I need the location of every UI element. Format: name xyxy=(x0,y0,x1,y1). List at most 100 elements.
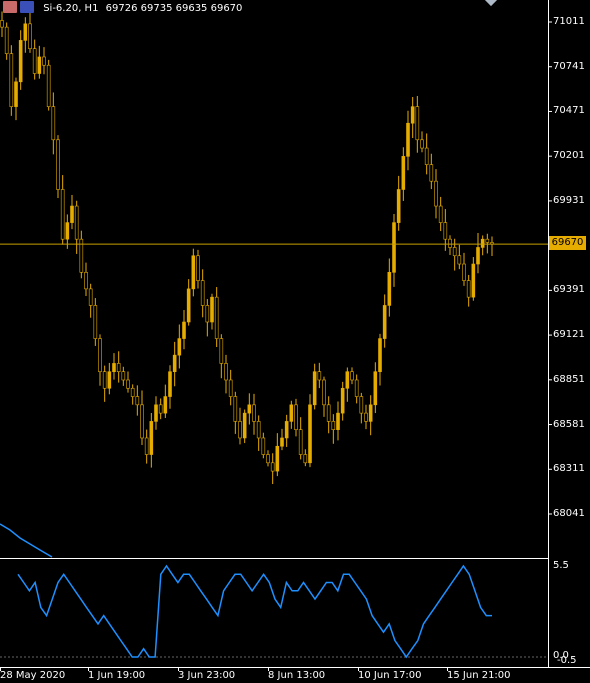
price-axis-label: 71011 xyxy=(553,16,585,27)
candle-body xyxy=(126,379,130,389)
time-axis-label: 28 May 2020 xyxy=(0,670,66,681)
candle-body xyxy=(275,445,280,472)
candle-body xyxy=(368,404,373,422)
candle-body xyxy=(177,338,182,356)
candle-body xyxy=(88,288,93,306)
candle-body xyxy=(331,421,336,430)
candle-body xyxy=(247,404,252,414)
price-axis-label: 69931 xyxy=(553,194,585,206)
candle-body xyxy=(336,412,340,430)
candle-body xyxy=(476,247,480,265)
candle-body xyxy=(200,280,205,306)
candle-body xyxy=(23,23,28,41)
candle-body xyxy=(396,189,401,223)
candle-body xyxy=(196,255,200,281)
candle-body xyxy=(0,20,4,28)
candle-body xyxy=(210,296,214,323)
candle-body xyxy=(364,412,368,422)
candle-body xyxy=(406,122,410,157)
candle-body xyxy=(112,363,116,373)
ohlc-values: 69726 69735 69635 69670 xyxy=(105,3,243,14)
candle-body xyxy=(378,338,382,373)
candle-body xyxy=(298,429,303,455)
candle-body xyxy=(9,53,14,107)
time-axis-label: 3 Jun 23:00 xyxy=(178,670,236,681)
flag-icon[interactable] xyxy=(20,1,34,13)
candle-body xyxy=(284,421,289,439)
candle-body xyxy=(168,371,172,397)
indicator-line xyxy=(17,564,492,659)
candle-body xyxy=(154,404,158,422)
candle-body xyxy=(471,263,476,298)
candle-body xyxy=(191,255,196,290)
price-axis-label: 70201 xyxy=(553,150,585,162)
candle-body xyxy=(350,371,354,381)
candle-body xyxy=(354,379,359,397)
indicator-axis-top: 5.5 xyxy=(553,560,569,571)
candle-body xyxy=(32,48,37,74)
candle-body xyxy=(140,404,144,439)
candle-body xyxy=(18,40,23,83)
candle-body xyxy=(158,404,163,414)
chart-type-icon[interactable] xyxy=(3,1,17,13)
candle-body xyxy=(252,404,256,422)
chart-canvas[interactable] xyxy=(0,0,590,683)
candle-body xyxy=(65,222,70,240)
candle-body xyxy=(452,247,457,257)
candle-body xyxy=(84,272,88,290)
candle-body xyxy=(102,371,107,389)
candle-body xyxy=(448,238,452,248)
candle-body xyxy=(392,222,396,273)
candle-body xyxy=(70,205,74,223)
candle-body xyxy=(266,454,270,464)
candle-body xyxy=(4,26,9,54)
candle-body xyxy=(303,454,308,464)
candle-body xyxy=(224,363,228,381)
candle-body xyxy=(410,106,415,124)
candle-body xyxy=(116,363,121,373)
candles-layer xyxy=(0,11,494,485)
candle-body xyxy=(462,263,466,281)
candle-body xyxy=(93,305,98,339)
candle-body xyxy=(42,56,46,66)
candle-body xyxy=(172,354,177,373)
candle-body xyxy=(14,81,18,107)
symbol-label: Si-6.20, H1 xyxy=(43,3,99,14)
candle-body xyxy=(98,338,102,373)
candle-body xyxy=(308,404,312,464)
candle-body xyxy=(466,280,471,298)
candle-body xyxy=(340,387,345,414)
candle-body xyxy=(480,238,485,248)
chart-window[interactable]: Si-6.20, H1 69726 69735 69635 69670 7101… xyxy=(0,0,590,683)
candle-body xyxy=(434,180,438,207)
price-axis-label: 69121 xyxy=(553,329,585,341)
price-axis-label: 68041 xyxy=(553,508,585,519)
candle-body xyxy=(289,404,294,422)
candle-body xyxy=(219,338,224,364)
time-axis-label: 10 Jun 17:00 xyxy=(358,670,422,681)
candle-body xyxy=(256,421,261,439)
current-price-label: 69670 xyxy=(549,236,586,250)
candle-body xyxy=(322,379,326,406)
price-axis-label: 70471 xyxy=(553,105,585,117)
candle-body xyxy=(345,371,350,389)
candle-body xyxy=(144,437,149,455)
candle-body xyxy=(326,404,331,422)
candle-body xyxy=(420,139,424,149)
candle-body xyxy=(182,321,186,339)
candle-body xyxy=(485,238,490,243)
candle-body xyxy=(130,387,135,397)
candle-body xyxy=(149,421,154,455)
candle-body xyxy=(107,371,112,389)
candle-body xyxy=(214,296,219,339)
candle-body xyxy=(312,371,317,406)
candle-body xyxy=(74,205,79,240)
candle-body xyxy=(28,23,32,49)
candle-body xyxy=(280,437,284,447)
candle-body xyxy=(429,164,434,182)
price-axis-label: 68581 xyxy=(553,418,585,430)
indicator-fragment-curve xyxy=(0,523,53,558)
price-axis-label: 68311 xyxy=(553,463,585,475)
candle-body xyxy=(60,189,65,240)
candle-body xyxy=(270,462,275,472)
